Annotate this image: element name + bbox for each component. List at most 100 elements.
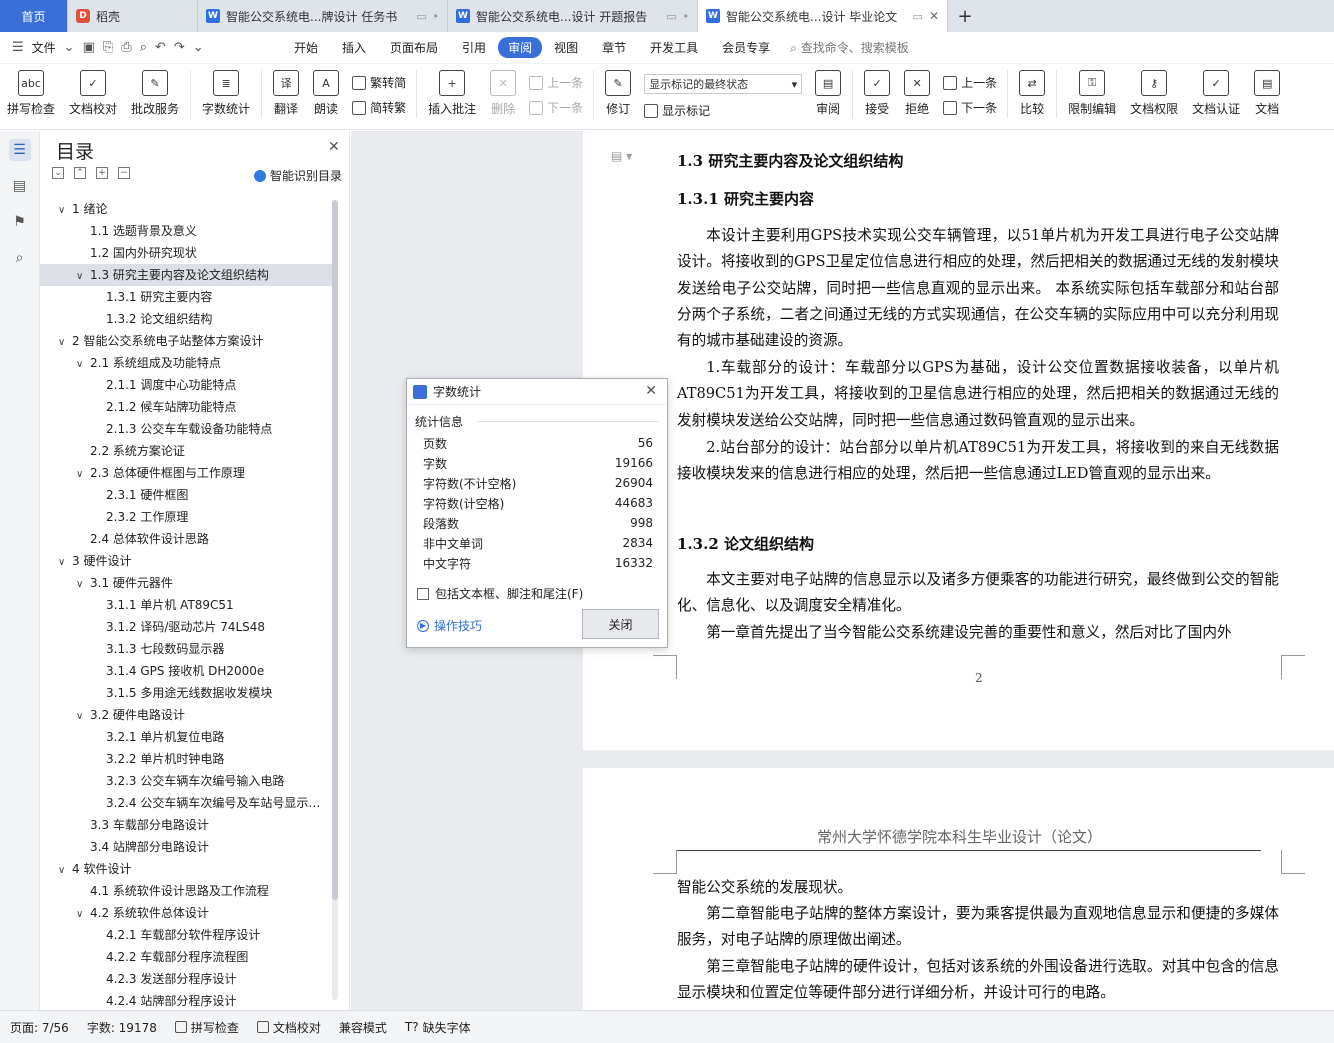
toc-item[interactable]: ∨ 3.2 硬件电路设计 (40, 704, 332, 726)
print-icon[interactable]: ⎙ (121, 40, 131, 55)
collapse-all-icon[interactable]: ⌄ (52, 167, 64, 179)
toc-item[interactable]: ∨ 1.3 研究主要内容及论文组织结构 (40, 264, 332, 286)
chapter-nav-icon[interactable]: ▤ (9, 175, 31, 197)
add-level-icon[interactable]: + (96, 167, 108, 179)
menu-review[interactable]: 审阅 (498, 37, 543, 58)
show-markup-button[interactable]: 显示标记 (644, 102, 802, 119)
doc-certify-button[interactable]: ✓ 文档认证 (1185, 70, 1247, 117)
spellcheck-button[interactable]: abc 拼写检查 (0, 70, 62, 117)
smart-toc-button[interactable]: 智能识别目录 (254, 167, 342, 184)
command-search[interactable]: ⌕ 查找命令、搜索模板 (782, 39, 909, 56)
tab-home[interactable]: 首页 (0, 0, 68, 32)
doccheck-status[interactable]: 文档校对 (256, 1019, 321, 1036)
menu-chapter[interactable]: 章节 (590, 39, 638, 56)
next-change-button[interactable]: 下一条 (943, 99, 997, 116)
chevron-down-icon[interactable]: ∨ (58, 860, 72, 880)
toc-item[interactable]: 1.2 国内外研究现状 (40, 242, 332, 264)
tab-doc-task[interactable]: W 智能公交系统电...牌设计 任务书 ▭ • (198, 0, 448, 32)
read-aloud-button[interactable]: A 朗读 (306, 70, 346, 117)
page-options-icon[interactable]: ▤ ▾ (611, 149, 632, 163)
toc-item[interactable]: 2.1.2 候车站牌功能特点 (40, 396, 332, 418)
include-textbox-checkbox[interactable]: 包括文本框、脚注和尾注(F) (417, 585, 583, 602)
hamburger-icon[interactable]: ☰ (12, 40, 24, 55)
toc-item[interactable]: ∨ 3 硬件设计 (40, 550, 332, 572)
chevron-down-icon[interactable]: ∨ (76, 464, 90, 484)
toc-item[interactable]: 1.3.1 研究主要内容 (40, 286, 332, 308)
toc-item[interactable]: 3.1.2 译码/驱动芯片 74LS48 (40, 616, 332, 638)
compare-button[interactable]: ⇄ 比较 (1012, 70, 1052, 117)
chevron-down-icon[interactable]: ∨ (76, 266, 90, 286)
bookmark-icon[interactable]: ⚑ (9, 211, 31, 233)
accept-button[interactable]: ✓ 接受 (857, 70, 897, 117)
word-count-indicator[interactable]: 字数: 19178 (87, 1019, 157, 1036)
simp-to-trad-button[interactable]: 简转繁 (352, 99, 406, 116)
undo-icon[interactable]: ↶ (155, 40, 166, 55)
toc-item[interactable]: 4.2.2 车载部分程序流程图 (40, 946, 332, 968)
toc-item[interactable]: ∨ 4.2 系统软件总体设计 (40, 902, 332, 924)
search-icon[interactable]: ⌕ (9, 247, 31, 269)
toc-item[interactable]: 2.1.3 公交车车载设备功能特点 (40, 418, 332, 440)
prev-comment-button[interactable]: 上一条 (529, 74, 583, 91)
doc-permission-button[interactable]: ⚷ 文档权限 (1123, 70, 1185, 117)
toc-item[interactable]: 2.4 总体软件设计思路 (40, 528, 332, 550)
tab-doc-proposal[interactable]: W 智能公交系统电...设计 开题报告 ▭ • (448, 0, 698, 32)
toc-item[interactable]: 2.1.1 调度中心功能特点 (40, 374, 332, 396)
menu-view[interactable]: 视图 (542, 39, 590, 56)
save-icon[interactable]: ▣ (83, 40, 95, 55)
redo-icon[interactable]: ↷ (174, 40, 185, 55)
toc-item[interactable]: 3.4 站牌部分电路设计 (40, 836, 332, 858)
menu-start[interactable]: 开始 (282, 39, 330, 56)
toc-item[interactable]: ∨ 2.1 系统组成及功能特点 (40, 352, 332, 374)
close-icon[interactable]: ✕ (328, 139, 340, 155)
wordcount-button[interactable]: ≣ 字数统计 (195, 70, 257, 117)
toc-item[interactable]: 1.1 选题背景及意义 (40, 220, 332, 242)
doc-more-button[interactable]: ▤ 文档 (1247, 70, 1287, 117)
restrict-edit-button[interactable]: ⚿ 限制编辑 (1061, 70, 1123, 117)
tab-daoke[interactable]: D 稻壳 (68, 0, 198, 32)
toc-item[interactable]: ∨ 3.1 硬件元器件 (40, 572, 332, 594)
doccheck-button[interactable]: ✓ 文档校对 (62, 70, 124, 117)
toc-item[interactable]: 2.3.1 硬件框图 (40, 484, 332, 506)
toc-item[interactable]: 4.2.3 发送部分程序设计 (40, 968, 332, 990)
menu-reference[interactable]: 引用 (450, 39, 498, 56)
toc-item[interactable]: 3.1.4 GPS 接收机 DH2000e (40, 660, 332, 682)
menu-devtools[interactable]: 开发工具 (638, 39, 710, 56)
trad-to-simp-button[interactable]: 繁转简 (352, 74, 406, 91)
markup-select[interactable]: 显示标记的最终状态 ▾ (644, 74, 803, 94)
tab-doc-thesis[interactable]: W 智能公交系统电...设计 毕业论文 ▭ ✕ (698, 0, 948, 32)
export-icon[interactable]: ⎘ (103, 40, 113, 55)
toc-item[interactable]: 4.1 系统软件设计思路及工作流程 (40, 880, 332, 902)
add-tab-icon[interactable]: + (948, 0, 982, 32)
chevron-down-icon[interactable]: ∨ (58, 552, 72, 572)
toc-item[interactable]: 3.2.3 公交车辆车次编号输入电路 (40, 770, 332, 792)
menu-member[interactable]: 会员专享 (710, 39, 782, 56)
menu-layout[interactable]: 页面布局 (378, 39, 450, 56)
chevron-down-icon[interactable]: ∨ (76, 706, 90, 726)
tips-link[interactable]: ▶ 操作技巧 (417, 617, 482, 634)
toc-item[interactable]: ∨ 1 绪论 (40, 198, 332, 220)
batch-button[interactable]: ✎ 批改服务 (124, 70, 186, 117)
chevron-down-icon[interactable]: ⌄ (193, 40, 204, 55)
translate-button[interactable]: 译翻译 (266, 70, 306, 117)
delete-comment-button[interactable]: ✕ 删除 (483, 70, 523, 117)
toc-item[interactable]: 3.1.3 七段数码显示器 (40, 638, 332, 660)
spellcheck-status[interactable]: 拼写检查 (174, 1019, 239, 1036)
close-button[interactable]: 关闭 (582, 609, 659, 639)
toc-item[interactable]: 3.1.1 单片机 AT89C51 (40, 594, 332, 616)
toc-item[interactable]: 3.1.5 多用途无线数据收发模块 (40, 682, 332, 704)
chevron-down-icon[interactable]: ∨ (76, 904, 90, 924)
toc-item[interactable]: 3.3 车载部分电路设计 (40, 814, 332, 836)
prev-change-button[interactable]: 上一条 (943, 74, 997, 91)
toc-item[interactable]: 1.3.2 论文组织结构 (40, 308, 332, 330)
file-menu[interactable]: 文件 (32, 39, 56, 56)
next-comment-button[interactable]: 下一条 (529, 99, 583, 116)
chevron-down-icon[interactable]: ∨ (58, 332, 72, 352)
menu-insert[interactable]: 插入 (330, 39, 378, 56)
chevron-down-icon[interactable]: ∨ (76, 354, 90, 374)
remove-level-icon[interactable]: − (118, 167, 130, 179)
toc-item[interactable]: 4.2.4 站牌部分程序设计 (40, 990, 332, 1010)
chevron-down-icon[interactable]: ∨ (58, 200, 72, 220)
missing-font-status[interactable]: T? 缺失字体 (405, 1019, 471, 1036)
toc-scroll-thumb[interactable] (332, 200, 338, 900)
chevron-down-icon[interactable]: ⌄ (64, 40, 75, 55)
